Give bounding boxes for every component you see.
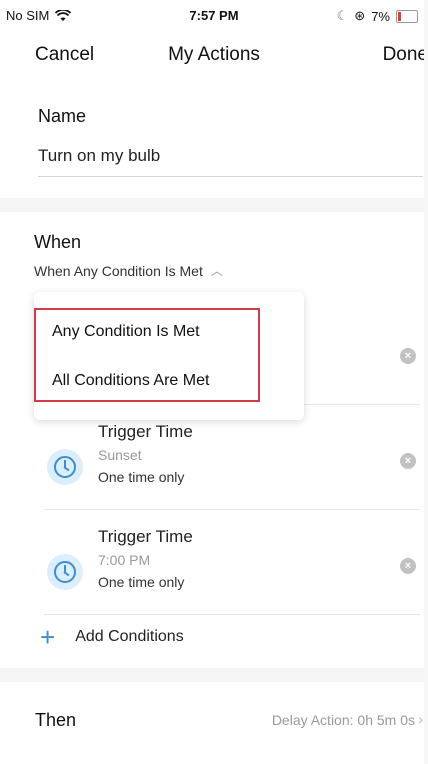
condition-row[interactable]: Trigger Time 7:00 PM One time only ×: [44, 510, 420, 615]
condition-title: Trigger Time: [98, 422, 193, 441]
remove-condition-icon[interactable]: ×: [400, 558, 416, 574]
condition-detail: Sunset: [98, 447, 142, 463]
condition-title: Trigger Time: [98, 527, 193, 546]
when-label: When: [34, 232, 82, 252]
condition-mode-selector[interactable]: When Any Condition Is Met ︿: [34, 262, 423, 279]
condition-mode-label: When Any Condition Is Met: [34, 262, 203, 279]
when-section: When When Any Condition Is Met ︿: [34, 232, 423, 279]
scroll-edge: [424, 0, 428, 764]
status-bar: No SIM 7:57 PM ☾ ⊛ 7%: [0, 0, 428, 32]
then-label: Then: [35, 710, 77, 730]
condition-detail: 7:00 PM: [98, 552, 151, 568]
battery-icon: [396, 9, 418, 23]
page-title: My Actions: [168, 44, 260, 65]
option-all-conditions[interactable]: All Conditions Are Met: [52, 372, 209, 390]
done-button[interactable]: Done: [383, 44, 428, 66]
chevron-right-icon: ›: [418, 711, 423, 727]
plus-icon: +: [40, 622, 56, 652]
add-conditions-button[interactable]: + Add Conditions: [40, 624, 184, 650]
nav-bar: Cancel My Actions Done: [0, 40, 428, 70]
name-section: Name Turn on my bulb: [38, 106, 423, 177]
name-label: Name: [38, 106, 87, 126]
then-row[interactable]: Then Delay Action: 0h 5m 0s ›: [35, 708, 423, 732]
condition-mode-dropdown: Any Condition Is Met All Conditions Are …: [34, 292, 304, 420]
battery-level: [398, 11, 401, 21]
add-conditions-label: Add Conditions: [75, 628, 184, 645]
status-right: ☾ ⊛ 7%: [337, 8, 418, 24]
name-field[interactable]: Turn on my bulb: [38, 146, 423, 177]
option-any-condition[interactable]: Any Condition Is Met: [52, 323, 200, 341]
battery-percent: 7%: [371, 8, 390, 24]
delay-action-label: Delay Action: 0h 5m 0s: [271, 712, 415, 728]
section-divider: [0, 198, 428, 212]
orientation-lock-icon: ⊛: [354, 8, 366, 23]
section-divider: [0, 668, 428, 682]
remove-condition-icon[interactable]: ×: [400, 453, 416, 469]
clock-icon: [47, 449, 83, 485]
condition-frequency: One time only: [98, 469, 185, 485]
clock-icon: [47, 554, 83, 590]
condition-row[interactable]: Trigger Time Sunset One time only ×: [44, 405, 420, 510]
moon-icon: ☾: [336, 8, 349, 23]
chevron-up-icon: ︿: [210, 264, 223, 278]
condition-frequency: One time only: [98, 574, 185, 590]
remove-condition-icon[interactable]: ×: [400, 348, 416, 364]
